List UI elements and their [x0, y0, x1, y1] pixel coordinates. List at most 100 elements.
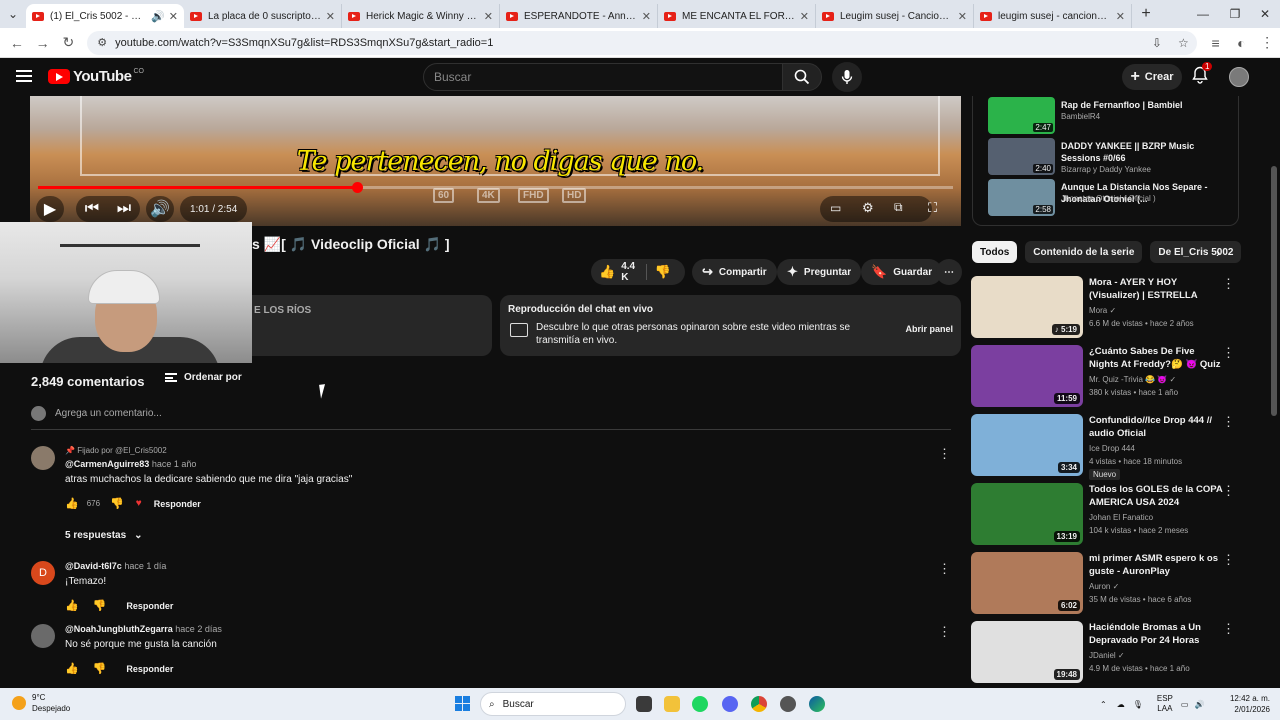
url-field[interactable]: ⚙ youtube.com/watch?v=S3SmqnXSu7g&list=R…	[87, 30, 1197, 55]
like-count[interactable]: 4.4 K	[621, 261, 638, 283]
play-button[interactable]: ▶	[36, 196, 64, 222]
close-tab-icon[interactable]: ✕	[800, 10, 809, 23]
browser-tab[interactable]: ESPERÁNDOTE - Anna y lexa (V ✕	[500, 4, 658, 28]
next-icon[interactable]: ⏭	[117, 200, 131, 218]
recommended-video[interactable]: 6:02 mi primer ASMR espero k os guste - A…	[971, 552, 1239, 614]
edge-icon[interactable]	[809, 696, 825, 712]
close-tab-icon[interactable]: ✕	[169, 10, 178, 23]
recommended-video-channel[interactable]: Mr. Quiz -Trivia 😂 😈 ✓	[1089, 375, 1176, 384]
playlist-item[interactable]: 2:58 Aunque La Distancia Nos Separe - Jho…	[988, 179, 1238, 219]
share-button[interactable]: ↪ Compartir	[692, 259, 777, 285]
minimize-icon[interactable]: —	[1186, 0, 1220, 28]
commenter-avatar[interactable]: D	[31, 561, 55, 585]
close-tab-icon[interactable]: ✕	[1116, 10, 1125, 23]
video-menu-icon[interactable]: ⋮	[1222, 414, 1235, 430]
recommended-video-title[interactable]: Confundido//Ice Drop 444 // audio Oficia…	[1089, 414, 1224, 440]
reading-list-icon[interactable]: ≡	[1203, 35, 1229, 51]
forward-icon[interactable]: →	[30, 35, 56, 51]
comment-author[interactable]: @NoahJungbluthZegarra	[65, 624, 173, 634]
mic-tray-icon[interactable]: 🎙	[1133, 700, 1143, 709]
settings-gear-icon[interactable]: ⚙	[862, 200, 874, 216]
filter-chip[interactable]: Todos	[972, 241, 1018, 263]
weather-widget[interactable]: 9°C Despejado	[12, 692, 70, 714]
comment-dislike-icon[interactable]: 👎	[93, 662, 107, 675]
chevron-right-icon[interactable]: ›	[1216, 245, 1220, 260]
playlist-thumbnail[interactable]: 2:40	[988, 138, 1055, 175]
video-menu-icon[interactable]: ⋮	[1222, 276, 1235, 292]
create-button[interactable]: + Crear	[1122, 64, 1182, 90]
comment-time[interactable]: hace 1 día	[124, 561, 166, 571]
playlist-item-title[interactable]: DADDY YANKEE || BZRP Music Sessions #0/6…	[1061, 140, 1231, 164]
recommended-video-title[interactable]: Todos los GOLES de la COPA AMERICA USA 2…	[1089, 483, 1224, 509]
filter-chip[interactable]: De El_Cris 5002	[1150, 241, 1242, 263]
video-thumbnail[interactable]: ♪ 5:19	[971, 276, 1083, 338]
open-panel-button[interactable]: Abrir panel	[905, 324, 953, 334]
comment-author[interactable]: @CarmenAguirre83	[65, 459, 149, 469]
commenter-avatar[interactable]	[31, 446, 55, 470]
browser-tab[interactable]: leugim susej - canciones con 0 ✕	[974, 4, 1132, 28]
video-thumbnail[interactable]: 13:19	[971, 483, 1083, 545]
youtube-logo[interactable]: YouTube CO	[48, 68, 144, 85]
video-menu-icon[interactable]: ⋮	[1222, 552, 1235, 568]
commenter-avatar[interactable]	[31, 624, 55, 648]
browser-tab[interactable]: Herick Magic & Winny Flow x E ✕	[342, 4, 500, 28]
install-icon[interactable]: ⇩	[1152, 36, 1162, 50]
audio-playing-icon[interactable]: 🔊	[151, 10, 165, 23]
video-player[interactable]: 60 4K FHD HD Te pertenecen, no digas que…	[30, 96, 961, 226]
comment-time[interactable]: hace 1 año	[152, 459, 197, 469]
site-info-icon[interactable]: ⚙	[97, 36, 107, 49]
maximize-icon[interactable]: ❐	[1218, 0, 1252, 28]
video-thumbnail[interactable]: 6:02	[971, 552, 1083, 614]
add-comment-field[interactable]: Agrega un comentario...	[31, 406, 951, 430]
close-tab-icon[interactable]: ✕	[958, 10, 967, 23]
recommended-video[interactable]: 19:48 Haciéndole Bromas a Un Depravado Po…	[971, 621, 1239, 683]
close-tab-icon[interactable]: ✕	[326, 10, 335, 23]
reply-button[interactable]: Responder	[126, 664, 173, 674]
tab-search-icon[interactable]: ⌄	[0, 0, 26, 28]
reload-icon[interactable]: ↻	[56, 34, 82, 51]
menu-icon[interactable]	[16, 70, 32, 82]
video-thumbnail[interactable]: 11:59	[971, 345, 1083, 407]
comment-like-icon[interactable]: 👍	[65, 497, 79, 510]
recommended-video-channel[interactable]: Auron ✓	[1089, 582, 1119, 591]
account-avatar[interactable]	[1229, 67, 1249, 87]
task-view-icon[interactable]	[636, 696, 652, 712]
playlist-thumbnail[interactable]: 2:47	[988, 97, 1055, 134]
spotify-icon[interactable]	[692, 696, 708, 712]
recommended-video-channel[interactable]: Ice Drop 444	[1089, 444, 1135, 453]
more-actions-button[interactable]: ⋯	[936, 259, 962, 285]
taskbar-clock[interactable]: 12:42 a. m. 2/01/2026	[1228, 693, 1270, 715]
playlist-thumbnail[interactable]: 2:58	[988, 179, 1055, 216]
taskbar-search[interactable]: ⌕ Buscar	[480, 692, 626, 716]
bookmark-star-icon[interactable]: ☆	[1178, 36, 1189, 50]
recommended-video[interactable]: 13:19 Todos los GOLES de la COPA AMERICA …	[971, 483, 1239, 545]
browser-tab[interactable]: La placa de 0 suscriptores / qu ✕	[184, 4, 342, 28]
playlist-item-channel[interactable]: BambielR4	[1061, 112, 1100, 121]
view-replies-button[interactable]: 5 respuestas ⌄	[65, 530, 143, 541]
playlist-item[interactable]: 2:47 Rap de Fernanfloo | Bambiel BambielR4	[988, 97, 1238, 137]
comment-like-icon[interactable]: 👍	[65, 662, 79, 675]
volume-tray-icon[interactable]: 🔊	[1194, 700, 1204, 709]
file-explorer-icon[interactable]	[664, 696, 680, 712]
extensions-icon[interactable]: ◐	[1228, 35, 1254, 51]
video-thumbnail[interactable]: 19:48	[971, 621, 1083, 683]
playlist-item[interactable]: 2:40 DADDY YANKEE || BZRP Music Sessions …	[988, 138, 1238, 178]
browser-tab[interactable]: Leugim susej - Cancion Cero V ✕	[816, 4, 974, 28]
browser-menu-icon[interactable]: ⋮	[1254, 34, 1280, 51]
previous-icon[interactable]: ⏮	[85, 200, 99, 218]
recommended-video-title[interactable]: Haciéndole Bromas a Un Depravado Por 24 …	[1089, 621, 1224, 647]
playlist-item-channel[interactable]: Bizarrap y Daddy Yankee	[1061, 165, 1151, 174]
discord-icon[interactable]	[722, 696, 738, 712]
reply-button[interactable]: Responder	[154, 499, 201, 509]
chrome-icon[interactable]	[751, 696, 767, 712]
video-menu-icon[interactable]: ⋮	[1222, 345, 1235, 361]
video-thumbnail[interactable]: 3:34	[971, 414, 1083, 476]
comment-like-icon[interactable]: 👍	[65, 599, 79, 612]
app-icon[interactable]	[780, 696, 796, 712]
recommended-video-title[interactable]: ¿Cuánto Sabes De Five Nights At Freddy?🤔…	[1089, 345, 1224, 371]
progress-bar[interactable]	[38, 182, 953, 193]
like-icon[interactable]: 👍	[599, 264, 615, 280]
sort-comments-button[interactable]: Ordenar por	[165, 372, 242, 383]
browser-tab[interactable]: ME ENCANTA EL FORTNITE (PA ✕	[658, 4, 816, 28]
comment-menu-icon[interactable]: ⋮	[938, 561, 951, 577]
